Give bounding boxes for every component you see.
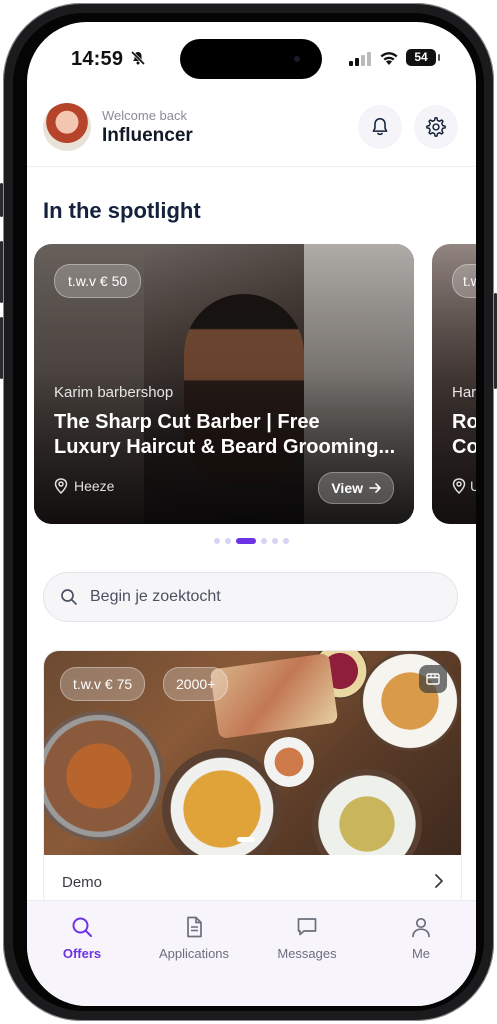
bell-icon xyxy=(372,117,388,136)
card-title-line-1: Ro xyxy=(452,411,476,433)
tab-messages-label: Messages xyxy=(277,946,337,961)
offer-value-badge: t.w.v € 75 xyxy=(60,667,146,701)
spotlight-card[interactable]: t.w.v € 50 Karim barbershop The Sharp Cu… xyxy=(34,244,414,524)
shop-icon xyxy=(426,673,440,685)
card-location: Heeze xyxy=(54,478,114,494)
carousel-dot[interactable] xyxy=(236,538,256,544)
spotlight-card-next[interactable]: t.w.v Har Ro Co U xyxy=(432,244,476,524)
tab-applications-label: Applications xyxy=(158,946,230,961)
search-bar[interactable] xyxy=(43,572,458,622)
phone-frame: 14:59 54 Welcome back Influencer In the … xyxy=(0,3,497,1021)
tab-me-label: Me xyxy=(411,946,431,961)
tab-me[interactable]: Me xyxy=(366,915,476,961)
tab-offers-label: Offers xyxy=(62,946,102,961)
offer-card[interactable]: t.w.v € 75 2000+ Demo xyxy=(43,650,462,912)
settings-button[interactable] xyxy=(414,105,458,149)
status-bar: 14:59 54 xyxy=(27,22,476,92)
notifications-button[interactable] xyxy=(358,105,402,149)
bell-muted-icon xyxy=(130,50,146,66)
app-header: Welcome back Influencer xyxy=(27,92,476,167)
tab-applications[interactable]: Applications xyxy=(139,915,249,961)
card-title: The Sharp Cut Barber | Free Luxury Hairc… xyxy=(54,410,399,460)
search-icon xyxy=(72,917,92,937)
tab-offers[interactable]: Offers xyxy=(27,915,137,961)
screen: 14:59 54 Welcome back Influencer In the … xyxy=(27,22,476,1006)
arrow-right-icon xyxy=(369,483,381,493)
welcome-text: Welcome back xyxy=(102,108,188,123)
chevron-right-icon[interactable] xyxy=(433,873,445,889)
card-location-text: Heeze xyxy=(74,478,115,494)
username: Influencer xyxy=(102,125,193,146)
status-time: 14:59 xyxy=(71,48,124,70)
battery-indicator: 54 xyxy=(406,49,440,66)
dynamic-island xyxy=(180,39,322,79)
location-pin-icon xyxy=(452,478,466,494)
image-page-indicator xyxy=(237,837,255,842)
carousel-dot[interactable] xyxy=(261,538,267,544)
carousel-dot[interactable] xyxy=(283,538,289,544)
carousel-dot[interactable] xyxy=(214,538,220,544)
wifi-icon xyxy=(380,52,398,65)
card-title-line-2: Co xyxy=(452,436,476,458)
carousel-indicator xyxy=(214,538,289,544)
action-button xyxy=(0,183,3,217)
card-title: Ro Co xyxy=(452,410,476,460)
card-title-line-1: The Sharp Cut Barber | Free xyxy=(54,411,320,433)
value-badge: t.w.v xyxy=(452,264,476,298)
card-company: Karim barbershop xyxy=(54,384,174,401)
volume-down-button xyxy=(0,317,3,379)
carousel-dot[interactable] xyxy=(225,538,231,544)
location-pin-icon xyxy=(54,478,68,494)
tab-messages[interactable]: Messages xyxy=(252,915,362,961)
store-icon xyxy=(419,665,447,693)
view-button-label: View xyxy=(331,480,363,496)
avatar[interactable] xyxy=(43,103,91,151)
offer-followers-badge: 2000+ xyxy=(163,667,229,701)
tab-bar: Offers Applications Messages Me xyxy=(27,900,476,1006)
search-input[interactable] xyxy=(88,587,432,607)
spotlight-title: In the spotlight xyxy=(43,198,201,223)
person-icon xyxy=(412,917,430,938)
document-icon xyxy=(187,916,202,938)
search-icon xyxy=(61,589,77,605)
cellular-signal-icon xyxy=(349,52,371,66)
offer-name: Demo xyxy=(62,874,103,891)
card-location: U xyxy=(452,478,476,494)
view-button[interactable]: View xyxy=(318,472,394,504)
card-company: Har xyxy=(452,384,476,401)
gear-icon xyxy=(426,117,446,137)
carousel-dot[interactable] xyxy=(272,538,278,544)
offer-image: t.w.v € 75 2000+ xyxy=(44,651,461,855)
value-badge: t.w.v € 50 xyxy=(54,264,142,298)
message-icon xyxy=(297,918,317,936)
card-location-text: U xyxy=(470,478,476,494)
card-title-line-2: Luxury Haircut & Beard Grooming... xyxy=(54,436,396,458)
volume-up-button xyxy=(0,241,3,303)
